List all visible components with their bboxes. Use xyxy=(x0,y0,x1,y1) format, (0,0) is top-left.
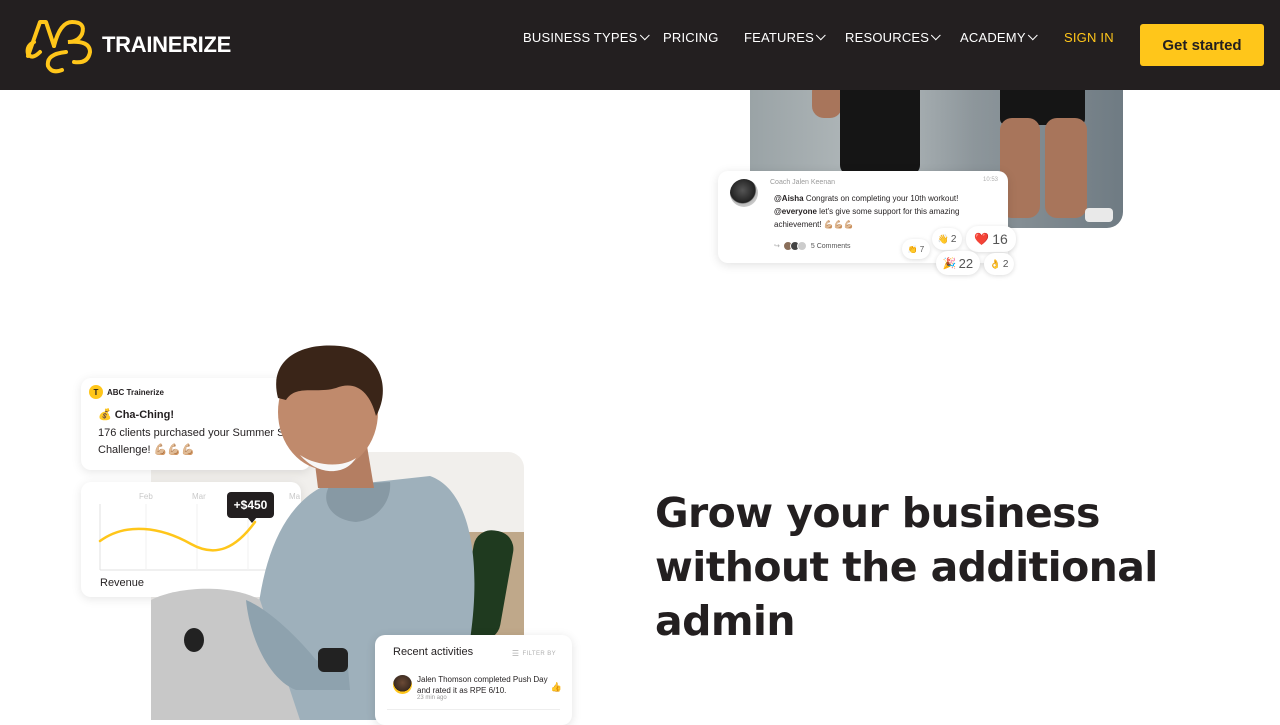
post-mention: @everyone xyxy=(774,207,817,216)
post-text: Congrats on completing your 10th workout… xyxy=(803,194,959,203)
divider xyxy=(387,709,560,710)
nav-resources-label: RESOURCES xyxy=(845,29,930,45)
community-post-card[interactable]: Coach Jalen Keenan 10:53 @Aisha Congrats… xyxy=(718,171,1008,263)
photo-leg xyxy=(1045,118,1087,218)
reaction-count: 7 xyxy=(919,244,925,254)
activity-time: 23 min ago xyxy=(417,695,447,701)
sign-in-link[interactable]: SIGN IN xyxy=(1064,30,1114,45)
filter-label: FILTER BY xyxy=(522,650,556,657)
notification-brand: T ABC Trainerize xyxy=(89,385,164,399)
filter-icon: ☰ xyxy=(511,649,520,658)
post-body: @Aisha Congrats on completing your 10th … xyxy=(774,192,996,231)
trainerize-logo[interactable]: TRAINERIZE xyxy=(24,16,231,74)
wave-icon: 👋 xyxy=(937,233,949,244)
clap-icon: 👏 xyxy=(907,244,918,254)
share-icon: ↪ xyxy=(774,243,780,250)
reaction-clap[interactable]: 👏 7 xyxy=(902,239,930,259)
top-navigation: TRAINERIZE BUSINESS TYPES PRICING FEATUR… xyxy=(0,0,1280,90)
get-started-button[interactable]: Get started xyxy=(1140,24,1264,66)
activity-avatar xyxy=(393,675,412,694)
nav-features[interactable]: FEATURES xyxy=(744,29,826,45)
brand-name: TRAINERIZE xyxy=(102,32,232,57)
activities-title: Recent activities xyxy=(393,646,474,658)
nav-features-label: FEATURES xyxy=(744,29,814,45)
chevron-down-icon xyxy=(930,29,941,40)
photo-leg xyxy=(870,90,920,175)
reaction-party[interactable]: 🎉 22 xyxy=(936,251,980,275)
nav-business-types[interactable]: BUSINESS TYPES xyxy=(523,29,650,45)
post-comments[interactable]: ↪ 5 Comments xyxy=(774,241,851,251)
reaction-count: 16 xyxy=(992,231,1008,247)
nav-pricing-label: PRICING xyxy=(663,29,719,45)
reaction-wave[interactable]: 👋 2 xyxy=(932,228,962,250)
thumbs-up-icon: 👍 xyxy=(550,683,562,693)
section-headline: Grow your business without the additiona… xyxy=(655,489,1158,645)
revenue-label: Revenue xyxy=(100,577,145,589)
recent-activities-card: Recent activities ☰ FILTER BY Jalen Thom… xyxy=(375,635,572,725)
nav-business-types-label: BUSINESS TYPES xyxy=(523,29,638,45)
heart-icon: ❤️ xyxy=(974,232,990,246)
abc-logo-icon xyxy=(25,19,93,74)
revenue-badge: +$450 xyxy=(227,492,274,523)
photo-arm xyxy=(812,90,842,118)
ok-hand-icon: 👌 xyxy=(989,258,1001,269)
notification-body: 176 clients purchased your Summer Shred … xyxy=(98,427,307,456)
post-mention: @Aisha xyxy=(774,194,804,203)
chevron-down-icon xyxy=(815,29,826,40)
nav-academy[interactable]: ACADEMY xyxy=(960,29,1038,45)
filter-by-button[interactable]: ☰ FILTER BY xyxy=(512,649,556,658)
purchase-notification: T ABC Trainerize 💰 Cha-Ching! 176 client… xyxy=(81,378,311,470)
reaction-heart[interactable]: ❤️ 16 xyxy=(966,226,1016,252)
post-author: Coach Jalen Keenan xyxy=(770,179,835,186)
chevron-down-icon xyxy=(639,29,650,40)
trainerize-logo-icon: T xyxy=(89,385,103,399)
chevron-down-icon xyxy=(1027,29,1038,40)
notification-brand-name: ABC Trainerize xyxy=(107,387,164,397)
post-time: 10:53 xyxy=(982,177,998,183)
comments-count: 5 Comments xyxy=(810,242,851,250)
coach-avatar xyxy=(730,179,758,207)
nav-pricing[interactable]: PRICING xyxy=(663,30,719,45)
activity-text: Jalen Thomson completed Push Day and rat… xyxy=(417,675,548,695)
reaction-count: 22 xyxy=(958,255,974,271)
reaction-ok[interactable]: 👌 2 xyxy=(984,253,1014,275)
reaction-count: 2 xyxy=(950,233,957,245)
party-icon: 🎉 xyxy=(942,257,957,270)
reaction-count: 2 xyxy=(1002,258,1009,270)
nav-academy-label: ACADEMY xyxy=(960,29,1026,45)
nav-resources[interactable]: RESOURCES xyxy=(845,29,941,45)
commenter-avatar xyxy=(796,241,807,251)
notification-title: 💰 Cha-Ching! xyxy=(98,409,175,421)
photo-sock xyxy=(1085,208,1113,222)
